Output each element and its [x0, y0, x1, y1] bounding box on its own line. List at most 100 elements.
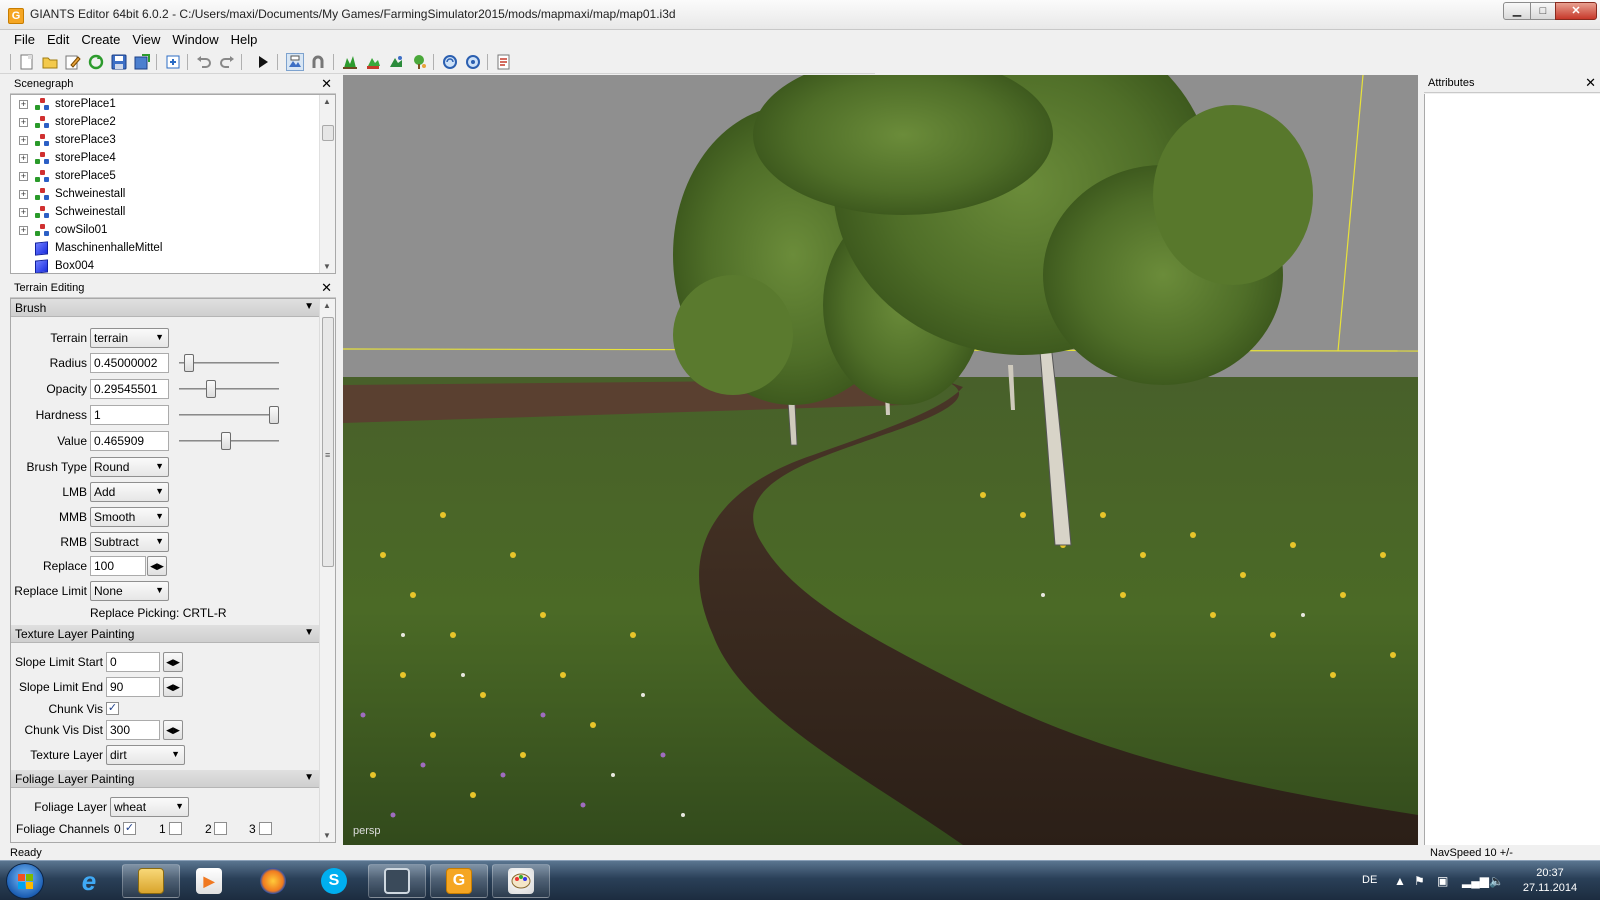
tree-item[interactable]: + cowSilo01: [11, 221, 335, 239]
import-icon[interactable]: [164, 53, 182, 71]
replace-spinner[interactable]: ◀▶: [147, 556, 167, 576]
taskbar-explorer[interactable]: [122, 864, 180, 898]
menu-create[interactable]: Create: [75, 30, 126, 47]
edit-file-icon[interactable]: [64, 53, 82, 71]
expand-icon[interactable]: +: [19, 226, 28, 235]
expand-icon[interactable]: +: [19, 100, 28, 109]
slope-start-input[interactable]: 0: [106, 652, 160, 672]
scroll-down-icon[interactable]: ▼: [323, 262, 331, 271]
scenegraph-close-icon[interactable]: ✕: [321, 77, 332, 91]
taskbar-firefox[interactable]: [244, 864, 302, 898]
action-center-flag-icon[interactable]: ⚑: [1414, 874, 1425, 888]
menu-file[interactable]: File: [8, 30, 41, 47]
tree-item[interactable]: Box004: [11, 257, 335, 273]
chunk-vis-dist-spinner[interactable]: ◀▶: [163, 720, 183, 740]
slider-handle[interactable]: [184, 354, 194, 372]
brush-section-header[interactable]: Brush ▼: [11, 299, 320, 317]
terrain-edit-icon[interactable]: [286, 53, 304, 71]
hardness-input[interactable]: 1: [90, 405, 169, 425]
replace-input[interactable]: 100: [90, 556, 146, 576]
expand-icon[interactable]: +: [19, 190, 28, 199]
channel-3-checkbox[interactable]: [259, 822, 272, 835]
value-slider[interactable]: [179, 431, 279, 451]
scroll-down-icon[interactable]: ▼: [323, 831, 331, 840]
undo-icon[interactable]: [195, 53, 213, 71]
height-paint-icon[interactable]: [387, 53, 405, 71]
language-indicator[interactable]: DE: [1362, 874, 1377, 900]
scroll-up-icon[interactable]: ▲: [323, 301, 331, 310]
texture-section-header[interactable]: Texture Layer Painting ▼: [11, 625, 320, 643]
reload-icon[interactable]: [87, 53, 105, 71]
taskbar-paint[interactable]: [492, 864, 550, 898]
settings-world-icon[interactable]: [464, 53, 482, 71]
menu-help[interactable]: Help: [225, 30, 264, 47]
expand-icon[interactable]: +: [19, 118, 28, 127]
menu-edit[interactable]: Edit: [41, 30, 75, 47]
tree-item[interactable]: MaschinenhalleMittel: [11, 239, 335, 257]
collapse-arrow-icon[interactable]: ▼: [304, 301, 314, 312]
channel-2-checkbox[interactable]: [214, 822, 227, 835]
foliage-paint-icon[interactable]: [341, 53, 359, 71]
brush-type-select[interactable]: Round ▼: [90, 457, 169, 477]
terrain-panel-scrollbar[interactable]: ▲ ≡ ▼: [319, 299, 335, 842]
tree-item[interactable]: + Schweinestall: [11, 185, 335, 203]
export-icon[interactable]: [133, 53, 151, 71]
terrain-select[interactable]: terrain ▼: [90, 328, 169, 348]
opacity-slider[interactable]: [179, 379, 279, 399]
expand-icon[interactable]: +: [19, 136, 28, 145]
close-button[interactable]: ✕: [1555, 2, 1597, 20]
show-hidden-icons-icon[interactable]: ▲: [1394, 874, 1406, 888]
menu-window[interactable]: Window: [166, 30, 224, 47]
slope-start-spinner[interactable]: ◀▶: [163, 652, 183, 672]
value-input[interactable]: 0.465909: [90, 431, 169, 451]
radius-slider[interactable]: [179, 353, 279, 373]
texture-layer-select[interactable]: dirt ▼: [106, 745, 185, 765]
tree-paint-icon[interactable]: [410, 53, 428, 71]
attributes-close-icon[interactable]: ✕: [1585, 76, 1596, 90]
volume-icon[interactable]: 🔈: [1489, 874, 1504, 888]
scrollbar-thumb[interactable]: ≡: [322, 317, 334, 567]
foliage-section-header[interactable]: Foliage Layer Painting ▼: [11, 770, 320, 788]
new-file-icon[interactable]: [18, 53, 36, 71]
channel-1-checkbox[interactable]: [169, 822, 182, 835]
lmb-select[interactable]: Add ▼: [90, 482, 169, 502]
script-icon[interactable]: [495, 53, 513, 71]
hardness-slider[interactable]: [179, 405, 279, 425]
scroll-up-icon[interactable]: ▲: [323, 97, 331, 106]
open-folder-icon[interactable]: [41, 53, 59, 71]
expand-icon[interactable]: +: [19, 172, 28, 181]
collapse-arrow-icon[interactable]: ▼: [304, 772, 314, 783]
play-icon[interactable]: [254, 53, 272, 71]
foliage-layer-select[interactable]: wheat ▼: [110, 797, 189, 817]
texture-paint-icon[interactable]: [364, 53, 382, 71]
radius-input[interactable]: 0.45000002: [90, 353, 169, 373]
terrain-editing-close-icon[interactable]: ✕: [321, 281, 332, 295]
expand-icon[interactable]: +: [19, 154, 28, 163]
maximize-button[interactable]: □: [1530, 2, 1556, 20]
minimize-button[interactable]: ▁: [1503, 2, 1531, 20]
redo-icon[interactable]: [218, 53, 236, 71]
mmb-select[interactable]: Smooth ▼: [90, 507, 169, 527]
slider-handle[interactable]: [269, 406, 279, 424]
start-button[interactable]: [6, 863, 44, 899]
opacity-input[interactable]: 0.29545501: [90, 379, 169, 399]
taskbar-giants-editor[interactable]: G: [430, 864, 488, 898]
taskbar-internet-explorer[interactable]: e: [60, 864, 118, 898]
expand-icon[interactable]: +: [19, 208, 28, 217]
slope-end-spinner[interactable]: ◀▶: [163, 677, 183, 697]
scrollbar-thumb[interactable]: [322, 125, 334, 141]
signal-bars-icon[interactable]: ▂▄▆: [1462, 874, 1489, 888]
tree-item[interactable]: + storePlace1: [11, 95, 335, 113]
tree-item[interactable]: + storePlace2: [11, 113, 335, 131]
scenegraph-scrollbar[interactable]: ▲ ▼: [319, 95, 335, 273]
slider-handle[interactable]: [206, 380, 216, 398]
scenegraph-tree[interactable]: + storePlace1 + storePlace2 + storePlace3 +…: [10, 94, 336, 274]
tree-item[interactable]: + storePlace3: [11, 131, 335, 149]
tree-item[interactable]: + storePlace5: [11, 167, 335, 185]
taskbar-media-player[interactable]: ▶: [180, 864, 238, 898]
taskbar-monitor-app[interactable]: [368, 864, 426, 898]
taskbar-skype[interactable]: S: [305, 864, 363, 898]
tree-item[interactable]: + Schweinestall: [11, 203, 335, 221]
slider-handle[interactable]: [221, 432, 231, 450]
chunk-vis-dist-input[interactable]: 300: [106, 720, 160, 740]
